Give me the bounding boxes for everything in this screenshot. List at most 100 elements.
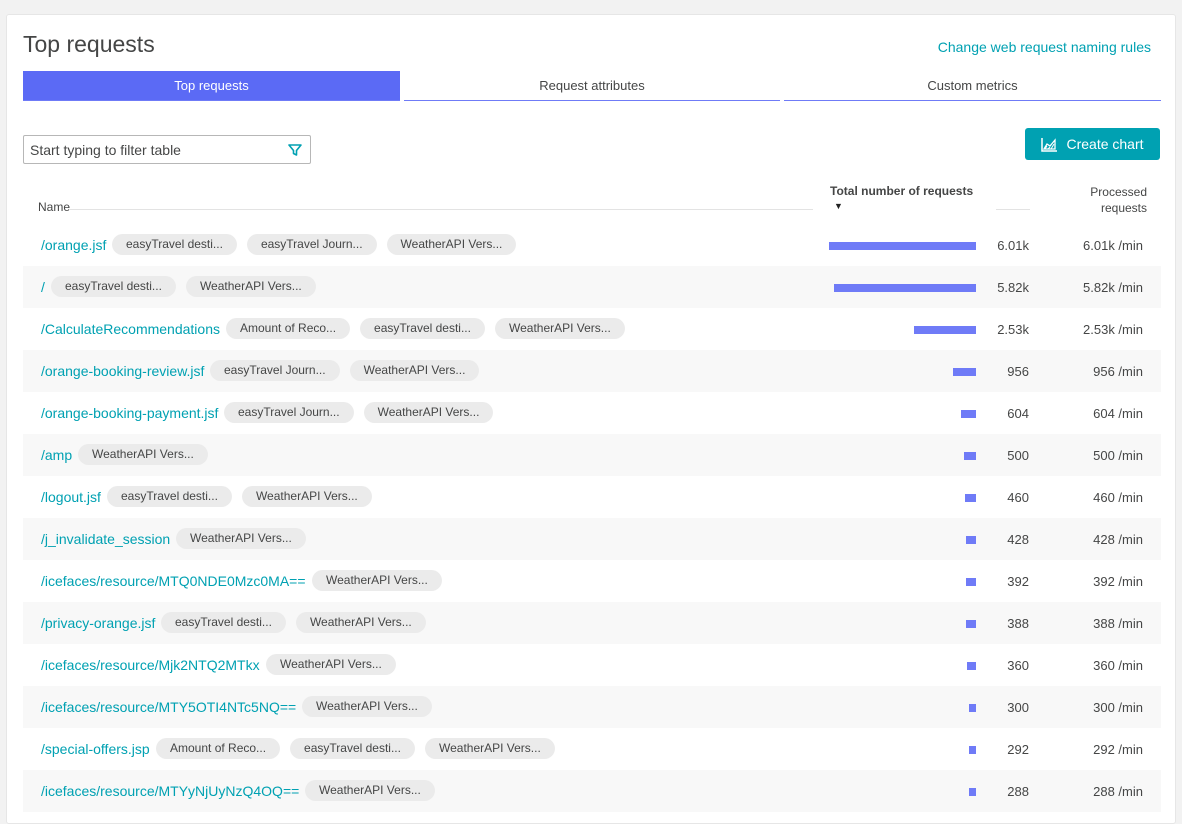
attribute-tag[interactable]: WeatherAPI Vers... <box>266 654 396 675</box>
attribute-tag[interactable]: easyTravel desti... <box>360 318 485 339</box>
table-row[interactable]: /orange-booking-payment.jsf easyTravel Jo… <box>23 392 1161 434</box>
table-row[interactable]: / easyTravel desti... WeatherAPI Vers... 5.… <box>23 266 1161 308</box>
table-row[interactable]: /icefaces/resource/Mjk2NTQ2MTkx WeatherAP… <box>23 644 1161 686</box>
request-name-link[interactable]: /orange-booking-payment.jsf <box>41 405 218 421</box>
request-name-link[interactable]: / <box>41 279 45 295</box>
attribute-tag[interactable]: easyTravel Journ... <box>246 234 377 255</box>
request-name-link[interactable]: /logout.jsf <box>41 489 101 505</box>
processed-requests-value: 500 /min <box>1093 448 1143 463</box>
request-name-link[interactable]: /icefaces/resource/MTY5OTI4NTc5NQ== <box>41 699 296 715</box>
attribute-tag[interactable]: easyTravel Journ... <box>210 360 340 381</box>
sort-desc-icon[interactable]: ▼ <box>834 201 843 211</box>
tab-bar: Top requests Request attributes Custom m… <box>23 71 1161 102</box>
request-tags: WeatherAPI Vers... <box>302 696 432 717</box>
table-row[interactable]: /icefaces/resource/MTQ0NDE0Mzc0MA== Weath… <box>23 560 1161 602</box>
processed-requests-value: 6.01k /min <box>1083 238 1143 253</box>
area-chart-icon <box>1041 137 1058 152</box>
table-row[interactable]: /icefaces/resource/MTYyNjUyNzQ4OQ== Weath… <box>23 770 1161 812</box>
table-row[interactable]: /amp WeatherAPI Vers... 500 500 /min <box>23 434 1161 476</box>
total-requests-value: 5.82k <box>997 280 1029 295</box>
processed-requests-value: 956 /min <box>1093 364 1143 379</box>
attribute-tag[interactable]: WeatherAPI Vers... <box>78 444 208 465</box>
processed-requests-value: 292 /min <box>1093 742 1143 757</box>
column-header-name[interactable]: Name <box>38 200 70 214</box>
attribute-tag[interactable]: WeatherAPI Vers... <box>386 234 517 255</box>
attribute-tag[interactable]: WeatherAPI Vers... <box>305 780 435 801</box>
header-divider <box>69 209 813 210</box>
attribute-tag[interactable]: WeatherAPI Vers... <box>363 402 494 423</box>
attribute-tag[interactable]: easyTravel desti... <box>107 486 232 507</box>
table-row[interactable]: /privacy-orange.jsf easyTravel desti... We… <box>23 602 1161 644</box>
request-name-link[interactable]: /amp <box>41 447 72 463</box>
request-tags: easyTravel desti... WeatherAPI Vers... <box>51 276 316 297</box>
header-divider <box>996 209 1030 210</box>
request-count-bar <box>914 326 976 334</box>
request-tags: Amount of Reco... easyTravel desti... Weat… <box>156 738 555 759</box>
request-count-bar <box>961 410 976 418</box>
request-count-bar <box>966 536 976 544</box>
processed-requests-value: 2.53k /min <box>1083 322 1143 337</box>
processed-requests-value: 388 /min <box>1093 616 1143 631</box>
filter-box <box>23 135 311 164</box>
page-title: Top requests <box>23 31 155 57</box>
request-name-link[interactable]: /icefaces/resource/Mjk2NTQ2MTkx <box>41 657 260 673</box>
request-name-link[interactable]: /orange-booking-review.jsf <box>41 363 204 379</box>
create-chart-button[interactable]: Create chart <box>1025 128 1160 160</box>
request-name-link[interactable]: /j_invalidate_session <box>41 531 170 547</box>
attribute-tag[interactable]: WeatherAPI Vers... <box>349 360 480 381</box>
attribute-tag[interactable]: WeatherAPI Vers... <box>302 696 432 717</box>
request-count-bar <box>967 662 976 670</box>
attribute-tag[interactable]: WeatherAPI Vers... <box>176 528 306 549</box>
request-count-bar <box>829 242 976 250</box>
attribute-tag[interactable]: WeatherAPI Vers... <box>241 486 372 507</box>
request-name-link[interactable]: /special-offers.jsp <box>41 741 150 757</box>
total-requests-value: 300 <box>1007 700 1029 715</box>
table-row[interactable]: /j_invalidate_session WeatherAPI Vers... 4… <box>23 518 1161 560</box>
tab-top-requests[interactable]: Top requests <box>23 71 400 101</box>
filter-input[interactable] <box>24 136 286 163</box>
request-count-bar <box>834 284 976 292</box>
processed-requests-value: 428 /min <box>1093 532 1143 547</box>
table-row[interactable]: /orange-booking-review.jsf easyTravel Jou… <box>23 350 1161 392</box>
table-row[interactable]: /CalculateRecommendations Amount of Reco.… <box>23 308 1161 350</box>
attribute-tag[interactable]: easyTravel desti... <box>112 234 237 255</box>
total-requests-value: 604 <box>1007 406 1029 421</box>
attribute-tag[interactable]: WeatherAPI Vers... <box>185 276 316 297</box>
tab-request-attributes[interactable]: Request attributes <box>404 71 780 101</box>
table-row[interactable]: /special-offers.jsp Amount of Reco... easy… <box>23 728 1161 770</box>
request-count-bar <box>965 494 976 502</box>
request-name-link[interactable]: /icefaces/resource/MTQ0NDE0Mzc0MA== <box>41 573 306 589</box>
request-count-bar <box>966 620 976 628</box>
request-tags: easyTravel desti... WeatherAPI Vers... <box>161 612 426 633</box>
request-name-link[interactable]: /orange.jsf <box>41 237 106 253</box>
naming-rules-link[interactable]: Change web request naming rules <box>938 39 1151 55</box>
total-requests-value: 388 <box>1007 616 1029 631</box>
table-row[interactable]: /logout.jsf easyTravel desti... WeatherAPI… <box>23 476 1161 518</box>
total-requests-value: 500 <box>1007 448 1029 463</box>
attribute-tag[interactable]: WeatherAPI Vers... <box>312 570 442 591</box>
create-chart-label: Create chart <box>1066 136 1144 152</box>
attribute-tag[interactable]: WeatherAPI Vers... <box>295 612 426 633</box>
request-name-link[interactable]: /privacy-orange.jsf <box>41 615 155 631</box>
tab-custom-metrics[interactable]: Custom metrics <box>784 71 1161 101</box>
request-name-link[interactable]: /CalculateRecommendations <box>41 321 220 337</box>
attribute-tag[interactable]: Amount of Reco... <box>156 738 281 759</box>
processed-requests-value: 360 /min <box>1093 658 1143 673</box>
total-requests-value: 292 <box>1007 742 1029 757</box>
filter-icon[interactable] <box>288 143 302 157</box>
attribute-tag[interactable]: easyTravel desti... <box>161 612 286 633</box>
attribute-tag[interactable]: WeatherAPI Vers... <box>494 318 625 339</box>
attribute-tag[interactable]: easyTravel desti... <box>51 276 176 297</box>
request-tags: WeatherAPI Vers... <box>305 780 435 801</box>
request-name-link[interactable]: /icefaces/resource/MTYyNjUyNzQ4OQ== <box>41 783 299 799</box>
attribute-tag[interactable]: easyTravel Journ... <box>224 402 354 423</box>
attribute-tag[interactable]: easyTravel desti... <box>290 738 415 759</box>
attribute-tag[interactable]: Amount of Reco... <box>226 318 351 339</box>
table-row[interactable]: /icefaces/resource/MTY5OTI4NTc5NQ== Weath… <box>23 686 1161 728</box>
request-tags: Amount of Reco... easyTravel desti... Weat… <box>226 318 625 339</box>
column-header-total[interactable]: Total number of requests <box>830 184 973 198</box>
attribute-tag[interactable]: WeatherAPI Vers... <box>424 738 555 759</box>
table-row[interactable]: /orange.jsf easyTravel desti... easyTravel… <box>23 224 1161 266</box>
column-header-processed[interactable]: Processed requests <box>1067 184 1147 216</box>
processed-requests-value: 392 /min <box>1093 574 1143 589</box>
